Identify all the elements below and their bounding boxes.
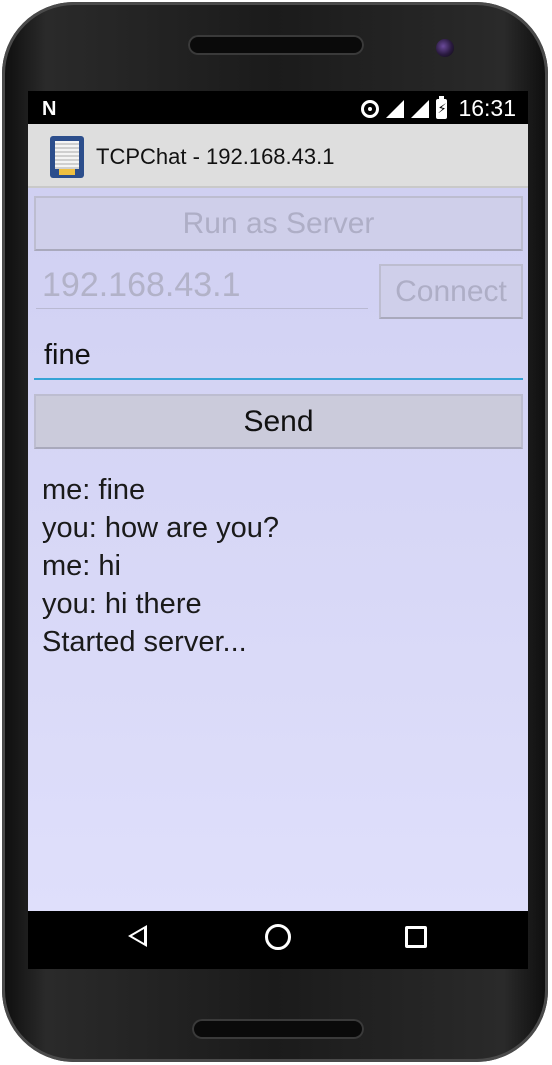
ip-address-input[interactable] (36, 263, 368, 309)
chat-line: you: hi there (42, 588, 202, 620)
status-icons: ⚡ 16:31 (361, 95, 516, 122)
app-title: TCPChat - 192.168.43.1 (96, 144, 335, 169)
chat-log: me: fine you: how are you? me: hi you: h… (42, 471, 512, 661)
earpiece-speaker (188, 35, 364, 55)
chat-line: you: how are you? (42, 512, 279, 544)
chat-line: Started server... (42, 626, 247, 658)
navigation-bar (28, 911, 528, 969)
front-camera (436, 39, 454, 57)
battery-charging-glyph: ⚡ (437, 100, 447, 116)
battery-icon: ⚡ (436, 95, 448, 119)
message-input[interactable] (34, 332, 523, 380)
run-as-server-button[interactable]: Run as Server (34, 196, 523, 251)
bottom-speaker (192, 1019, 364, 1039)
signal-icon (411, 99, 430, 118)
send-button[interactable]: Send (34, 394, 523, 449)
phone-frame: N ⚡ 16:31 TCPChat - 192.168.43.1 Run as … (2, 2, 548, 1062)
signal-icon (386, 99, 405, 118)
action-bar: TCPChat - 192.168.43.1 (28, 124, 528, 188)
app-icon (50, 136, 84, 178)
home-icon[interactable] (265, 924, 291, 950)
screen: N ⚡ 16:31 TCPChat - 192.168.43.1 Run as … (28, 91, 528, 969)
status-bar: N ⚡ 16:31 (28, 91, 528, 124)
chat-line: me: fine (42, 474, 146, 506)
connect-button[interactable]: Connect (379, 264, 523, 319)
notification-icon: N (42, 98, 57, 120)
status-time: 16:31 (458, 95, 516, 121)
hotspot-icon (361, 99, 380, 118)
main-content: Run as Server Connect Send me: fine you:… (28, 188, 528, 911)
chat-line: me: hi (42, 550, 121, 582)
back-icon[interactable] (128, 925, 147, 947)
recents-icon[interactable] (405, 926, 427, 948)
